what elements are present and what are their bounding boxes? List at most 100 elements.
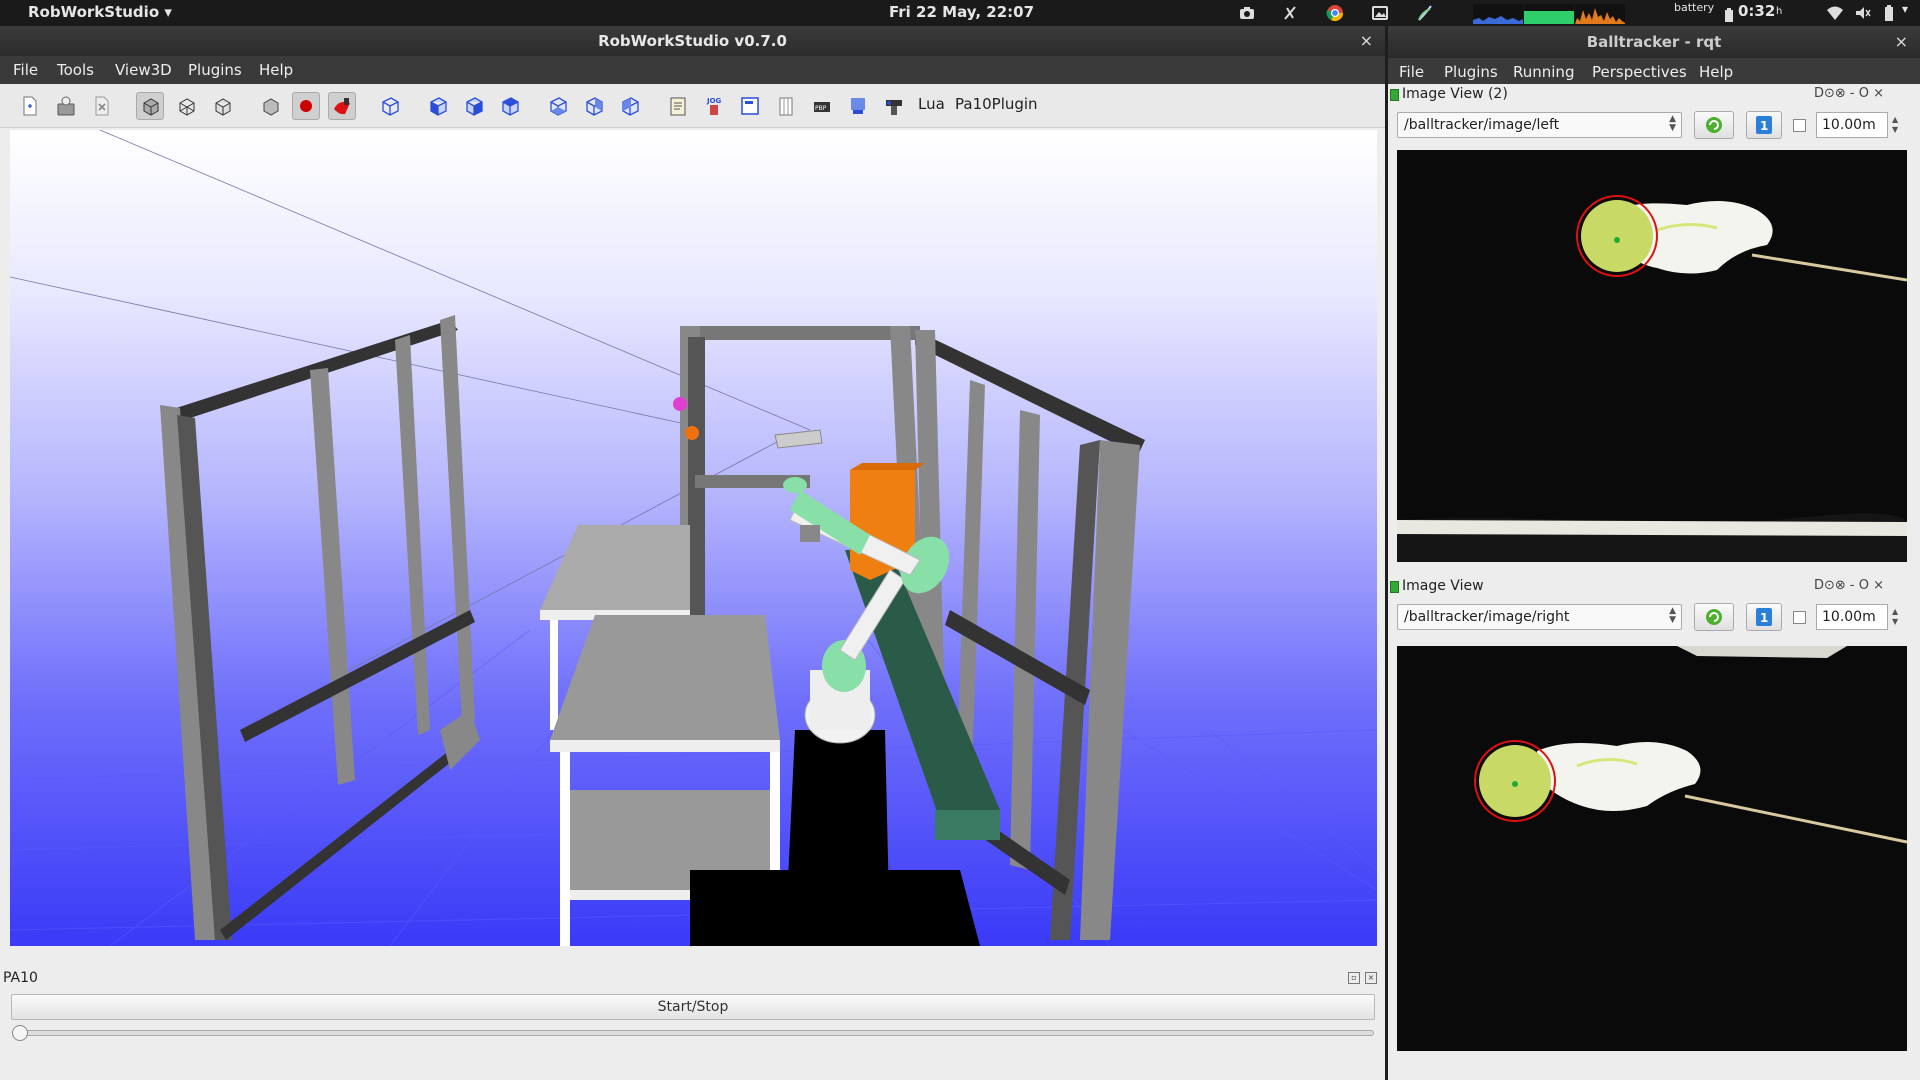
start-stop-button[interactable]: Start/Stop — [11, 994, 1375, 1020]
dock-close-icon[interactable]: × — [1365, 972, 1377, 984]
record-button[interactable] — [292, 92, 320, 120]
panel-controls[interactable]: D⊙⊗ - O × — [1814, 578, 1884, 593]
menu-file[interactable]: File — [13, 61, 38, 79]
top-view-button[interactable] — [496, 92, 524, 120]
panel-titlebar[interactable]: Image View (2) D⊙⊗ - O × — [1388, 84, 1920, 106]
select-arrows-icon: ▲ ▼ — [1669, 114, 1676, 133]
rqt-menu-file[interactable]: File — [1399, 63, 1424, 81]
treeview-button[interactable] — [736, 92, 764, 120]
battery-icon[interactable] — [1880, 4, 1898, 22]
screenshot-icon[interactable] — [1371, 4, 1389, 22]
scene-render — [10, 130, 1377, 946]
panel-titlebar[interactable]: Image View D⊙⊗ - O × — [1388, 576, 1920, 598]
battery-time: 0:32 — [1738, 2, 1776, 20]
topic-select[interactable]: /balltracker/image/right ▲ ▼ — [1397, 604, 1682, 630]
image-view-panel-left: Image View (2) D⊙⊗ - O × /balltracker/im… — [1388, 84, 1920, 566]
camera-image-left[interactable] — [1397, 150, 1907, 562]
svg-text:1: 1 — [1760, 119, 1768, 133]
dock-float-icon[interactable]: ▫ — [1348, 972, 1360, 984]
3d-viewport[interactable] — [10, 130, 1377, 946]
perspective-button[interactable] — [376, 92, 404, 120]
refresh-topics-button[interactable] — [1694, 603, 1734, 631]
menu-plugins[interactable]: Plugins — [188, 61, 242, 79]
rws-menubar: File Tools View3D Plugins Help — [0, 56, 1385, 84]
mute-icon[interactable] — [1281, 4, 1299, 22]
rqt-titlebar[interactable]: Balltracker - rqt × — [1388, 26, 1920, 58]
propertyview-button[interactable] — [772, 92, 800, 120]
timeout-spinbox[interactable]: 10.00m — [1816, 112, 1888, 138]
cpu-graph — [1473, 4, 1523, 24]
zoom-1-icon: 1 — [1756, 608, 1772, 626]
solid-view-button[interactable] — [136, 92, 164, 120]
playback-button[interactable]: PBP — [808, 92, 836, 120]
topic-select[interactable]: /balltracker/image/left ▲ ▼ — [1397, 112, 1682, 138]
refresh-topics-button[interactable] — [1694, 111, 1734, 139]
rqt-close-button[interactable]: × — [1895, 26, 1908, 58]
palette-button[interactable] — [328, 92, 356, 120]
volume-icon[interactable] — [1854, 4, 1872, 22]
bottom-view-button[interactable] — [616, 92, 644, 120]
left-view-icon — [586, 97, 603, 116]
topic-value: /balltracker/image/left — [1404, 117, 1560, 133]
solid-view-icon — [143, 98, 159, 116]
spin-arrows-icon[interactable]: ▲ ▼ — [1892, 115, 1898, 135]
jog-button[interactable]: JOG — [700, 92, 728, 120]
svg-text:1: 1 — [1760, 611, 1768, 625]
lua-button[interactable]: Lua — [918, 95, 945, 113]
new-button[interactable] — [16, 92, 44, 120]
right-view-button[interactable] — [460, 92, 488, 120]
rqt-menu-plugins[interactable]: Plugins — [1444, 63, 1498, 81]
cube-button[interactable] — [256, 92, 284, 120]
rws-close-button[interactable]: × — [1360, 26, 1373, 56]
back-view-button[interactable] — [544, 92, 572, 120]
clock[interactable]: Fri 22 May, 22:07 — [889, 3, 1034, 21]
camera-icon[interactable] — [1238, 4, 1256, 22]
sensors-button[interactable] — [880, 92, 908, 120]
network-activity-icon[interactable] — [1416, 4, 1434, 22]
camera-frame — [1397, 150, 1907, 562]
outline-view-button[interactable] — [208, 92, 236, 120]
menu-help[interactable]: Help — [259, 61, 293, 79]
rqt-menu-running[interactable]: Running — [1513, 63, 1574, 81]
panel-grip-icon — [1390, 581, 1399, 593]
log-button[interactable] — [664, 92, 692, 120]
playback-icon: PBP — [814, 102, 830, 112]
open-button[interactable] — [52, 92, 80, 120]
close-file-button[interactable] — [88, 92, 116, 120]
pa10-slider[interactable] — [12, 1025, 1374, 1041]
app-menu[interactable]: RobWorkStudio ▾ — [28, 3, 172, 21]
slider-handle[interactable] — [12, 1025, 28, 1041]
system-tray: battery 0:32 h ▾ — [1230, 0, 1920, 26]
rqt-menu-help[interactable]: Help — [1699, 63, 1733, 81]
panel-controls[interactable]: D⊙⊗ - O × — [1814, 86, 1884, 101]
zoom-1-button[interactable]: 1 — [1746, 603, 1782, 631]
rws-titlebar[interactable]: RobWorkStudio v0.7.0 × — [0, 26, 1385, 56]
record-icon — [300, 100, 312, 112]
menu-tools[interactable]: Tools — [57, 61, 94, 79]
chrome-icon[interactable] — [1326, 4, 1344, 22]
smooth-checkbox[interactable] — [1793, 119, 1806, 132]
pa10-plugin-panel: PA10 ▫ × Start/Stop — [0, 964, 1385, 1080]
image-view-panel-right: Image View D⊙⊗ - O × /balltracker/image/… — [1388, 576, 1920, 1056]
left-frame — [160, 315, 480, 940]
wifi-icon[interactable] — [1826, 4, 1844, 22]
tracked-ball — [685, 426, 699, 440]
open-icon — [57, 96, 75, 116]
smooth-checkbox[interactable] — [1793, 611, 1806, 624]
camera-image-right[interactable] — [1397, 646, 1907, 1051]
spin-arrows-icon[interactable]: ▲ ▼ — [1892, 607, 1898, 627]
new-icon — [23, 96, 37, 116]
menu-view3d[interactable]: View3D — [115, 61, 172, 79]
tray-menu-arrow[interactable]: ▾ — [1902, 2, 1908, 16]
rqt-menu-perspectives[interactable]: Perspectives — [1592, 63, 1687, 81]
pa10-plugin-button[interactable]: Pa10Plugin — [955, 95, 1038, 113]
left-view-button[interactable] — [580, 92, 608, 120]
robworkstudio-window: RobWorkStudio v0.7.0 × File Tools View3D… — [0, 26, 1385, 1080]
planning-button[interactable] — [844, 92, 872, 120]
zoom-1-button[interactable]: 1 — [1746, 111, 1782, 139]
timeout-spinbox[interactable]: 10.00m — [1816, 604, 1888, 630]
topic-value: /balltracker/image/right — [1404, 609, 1570, 625]
wireframe-view-button[interactable] — [172, 92, 200, 120]
camera-frame — [1397, 646, 1907, 1051]
front-view-button[interactable] — [424, 92, 452, 120]
